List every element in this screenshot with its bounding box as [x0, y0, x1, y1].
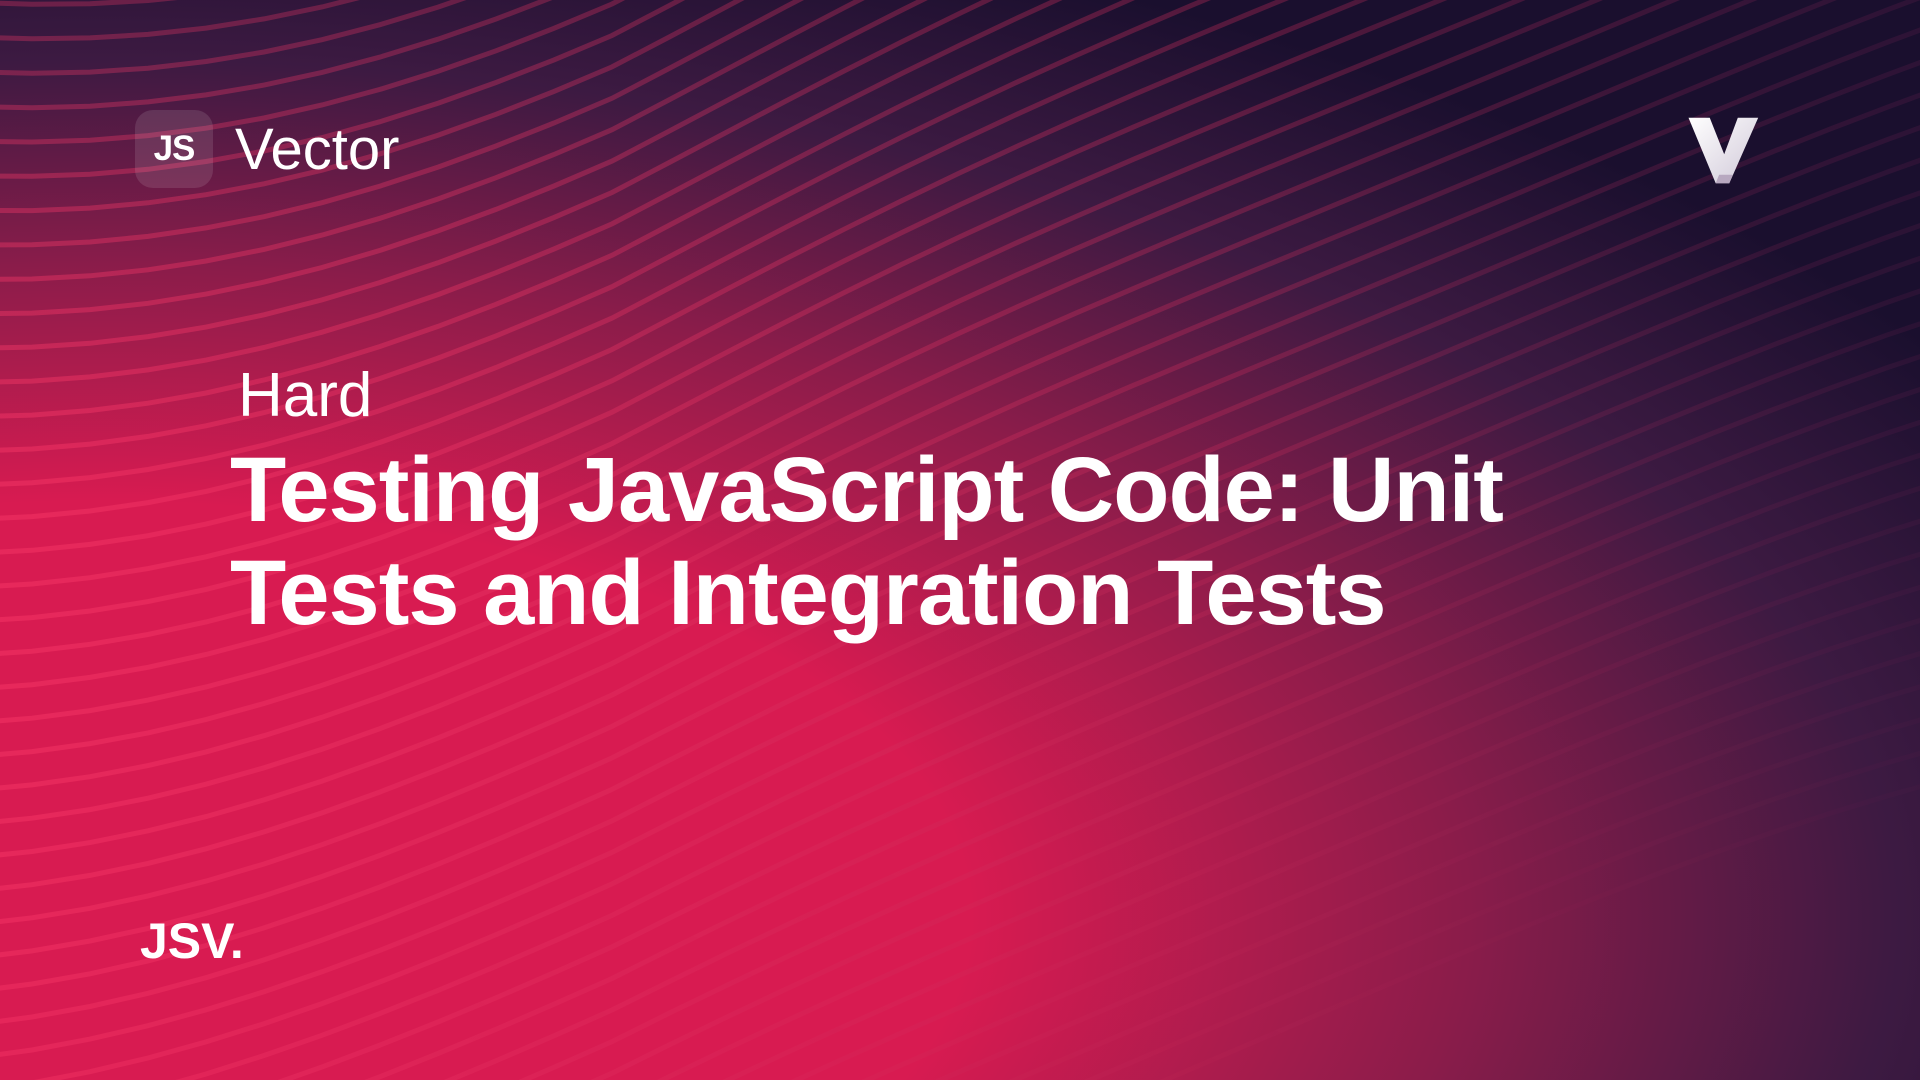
- footer-watermark: JSV.: [140, 912, 244, 970]
- hero-title: Testing JavaScript Code: Unit Tests and …: [230, 439, 1740, 645]
- hero-text-block: Hard Testing JavaScript Code: Unit Tests…: [230, 360, 1740, 645]
- title-line-2: Tests and Integration Tests: [230, 542, 1386, 644]
- v-icon: [1680, 105, 1765, 190]
- difficulty-label: Hard: [238, 360, 1740, 431]
- title-line-1: Testing JavaScript Code: Unit: [230, 439, 1503, 541]
- content-layer: JS Vector Hard Testing JavaScript Code: …: [0, 0, 1920, 1080]
- corner-v-logo: [1680, 105, 1765, 190]
- header-logo: JS Vector: [135, 110, 399, 188]
- logo-brand-name: Vector: [235, 116, 399, 183]
- logo-badge: JS: [135, 110, 213, 188]
- logo-badge-text: JS: [154, 129, 195, 169]
